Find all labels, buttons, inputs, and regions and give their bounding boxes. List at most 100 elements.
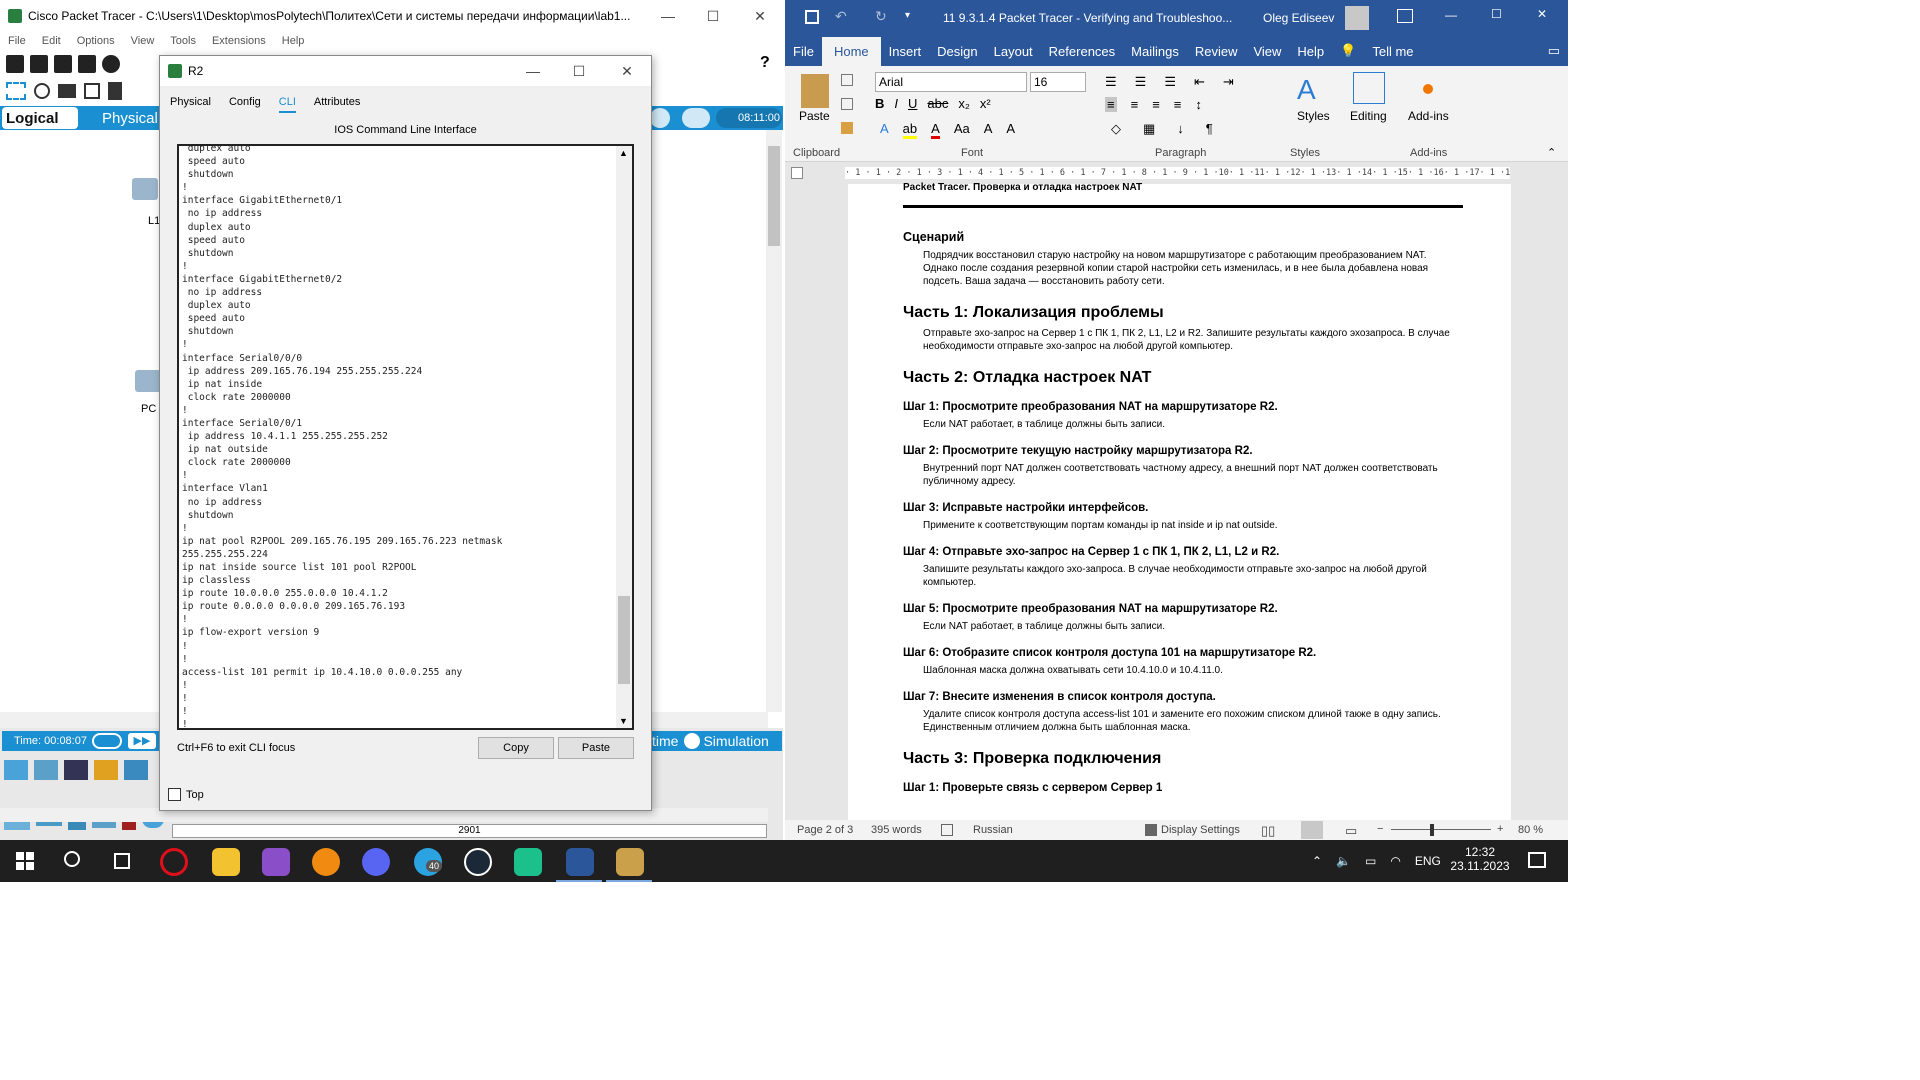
maximize-button[interactable]: ☐ [690,0,736,32]
tab-selector-icon[interactable] [791,167,803,179]
security-category-icon[interactable] [124,760,148,780]
cli-terminal[interactable]: duplex auto speed auto shutdown ! interf… [177,144,634,730]
font-color-icon[interactable]: A [931,121,940,139]
help-icon[interactable]: ? [760,54,770,72]
tab-design[interactable]: Design [929,44,985,66]
print-layout-icon[interactable] [1301,821,1323,839]
bullets-icon[interactable]: ☰ [1105,74,1117,90]
save-icon[interactable] [805,10,819,24]
top-checkbox[interactable] [168,788,181,801]
word-taskbar-icon[interactable] [566,848,594,876]
addins-icon[interactable] [1423,84,1433,94]
strikethrough-icon[interactable]: abc [927,96,948,111]
yandex-music-icon[interactable] [312,848,340,876]
scroll-up-icon[interactable]: ▲ [619,148,628,158]
page-count[interactable]: Page 2 of 3 [797,824,853,836]
dialog-maximize-button[interactable]: ☐ [556,56,602,86]
battery-icon[interactable]: ▭ [1365,854,1376,868]
multilevel-list-icon[interactable]: ☰ [1164,74,1176,90]
network-icon[interactable]: ◠ [1390,854,1400,868]
tab-file[interactable]: File [785,44,822,66]
dialog-close-button[interactable]: ✕ [604,56,650,86]
increase-indent-icon[interactable]: ⇥ [1223,74,1234,90]
viewport-icon[interactable] [682,108,710,128]
datagrip-icon[interactable] [514,848,542,876]
subscript-icon[interactable]: x₂ [958,96,970,111]
resize-icon[interactable] [84,83,100,99]
avatar[interactable] [1345,6,1369,30]
grow-font-icon[interactable]: A [984,121,993,139]
physical-tab[interactable]: Physical [98,107,160,129]
shrink-font-icon[interactable]: A [1006,121,1015,139]
menu-edit[interactable]: Edit [42,35,61,47]
underline-icon[interactable]: U [908,96,917,111]
power-cycle-icon[interactable] [92,733,122,749]
paste-icon[interactable] [801,74,829,108]
borders-icon[interactable]: ▦ [1143,121,1155,137]
customize-qat-icon[interactable]: ▾ [905,10,910,21]
display-settings[interactable]: Display Settings [1161,824,1240,836]
text-effects-icon[interactable]: A [880,121,889,139]
fast-forward-icon[interactable]: ▶▶ [128,733,156,749]
undo-icon[interactable]: ↶ [835,8,847,25]
router-category-icon[interactable] [4,760,28,780]
italic-icon[interactable]: I [894,96,898,111]
search-icon[interactable] [34,83,50,99]
scroll-down-icon[interactable]: ▼ [619,716,628,726]
wireless-category-icon[interactable] [94,760,118,780]
highlight-icon[interactable]: ab [902,121,918,139]
word-close-button[interactable]: ✕ [1537,7,1547,21]
packet-tracer-taskbar-icon[interactable] [616,848,644,876]
styles-label[interactable]: Styles [1297,109,1330,123]
tab-references[interactable]: References [1041,44,1123,66]
new-file-icon[interactable] [6,55,24,73]
tab-attributes[interactable]: Attributes [314,96,360,113]
editing-search-icon[interactable] [1353,72,1385,104]
open-folder-icon[interactable] [30,55,48,73]
start-icon[interactable] [16,852,34,870]
top-option[interactable]: Top [168,788,204,801]
menu-view[interactable]: View [131,35,155,47]
minimize-button[interactable]: — [645,0,691,32]
zoom-level[interactable]: 80 % [1518,824,1543,836]
tell-me-search[interactable]: Tell me [1364,44,1421,66]
redo-icon[interactable]: ↻ [875,8,887,25]
align-center-icon[interactable]: ≡ [1131,97,1139,112]
tab-view[interactable]: View [1245,44,1289,66]
copy-icon[interactable] [841,98,853,110]
word-maximize-button[interactable]: ☐ [1491,7,1502,21]
zoom-out-icon[interactable]: − [1377,823,1383,835]
bold-icon[interactable]: B [875,96,884,111]
tab-review[interactable]: Review [1187,44,1246,66]
navigation-icon[interactable] [650,108,670,128]
delete-icon[interactable] [58,84,76,98]
sort-icon[interactable]: ↓ [1177,121,1184,137]
read-mode-icon[interactable]: ▯▯ [1261,823,1275,839]
comments-icon[interactable]: ▭ [1540,43,1568,66]
superscript-icon[interactable]: x² [980,96,991,111]
cut-icon[interactable] [841,74,853,86]
addins-label[interactable]: Add-ins [1408,109,1449,123]
word-vertical-scrollbar[interactable] [1552,184,1568,820]
styles-icon[interactable]: A [1297,74,1316,106]
align-left-icon[interactable]: ≡ [1105,97,1117,112]
simulation-tab[interactable]: Simulation [703,733,768,749]
save-icon[interactable] [54,55,72,73]
decrease-indent-icon[interactable]: ⇤ [1194,74,1205,90]
web-layout-icon[interactable]: ▭ [1345,823,1357,839]
close-button[interactable]: ✕ [737,0,783,32]
word-count[interactable]: 395 words [871,824,922,836]
format-painter-icon[interactable] [841,122,853,134]
tab-config[interactable]: Config [229,96,261,113]
user-name[interactable]: Oleg Ediseev [1263,11,1334,25]
hub-category-icon[interactable] [64,760,88,780]
tab-insert[interactable]: Insert [881,44,930,66]
volume-icon[interactable]: 🔈 [1336,854,1351,868]
notifications-icon[interactable] [1528,852,1546,868]
proofing-icon[interactable] [941,824,953,836]
menu-file[interactable]: File [8,35,26,47]
line-spacing-icon[interactable]: ↕ [1195,97,1202,112]
collapse-ribbon-icon[interactable]: ⌃ [1547,146,1556,159]
shading-icon[interactable]: ◇ [1111,121,1121,137]
discord-icon[interactable] [362,848,390,876]
